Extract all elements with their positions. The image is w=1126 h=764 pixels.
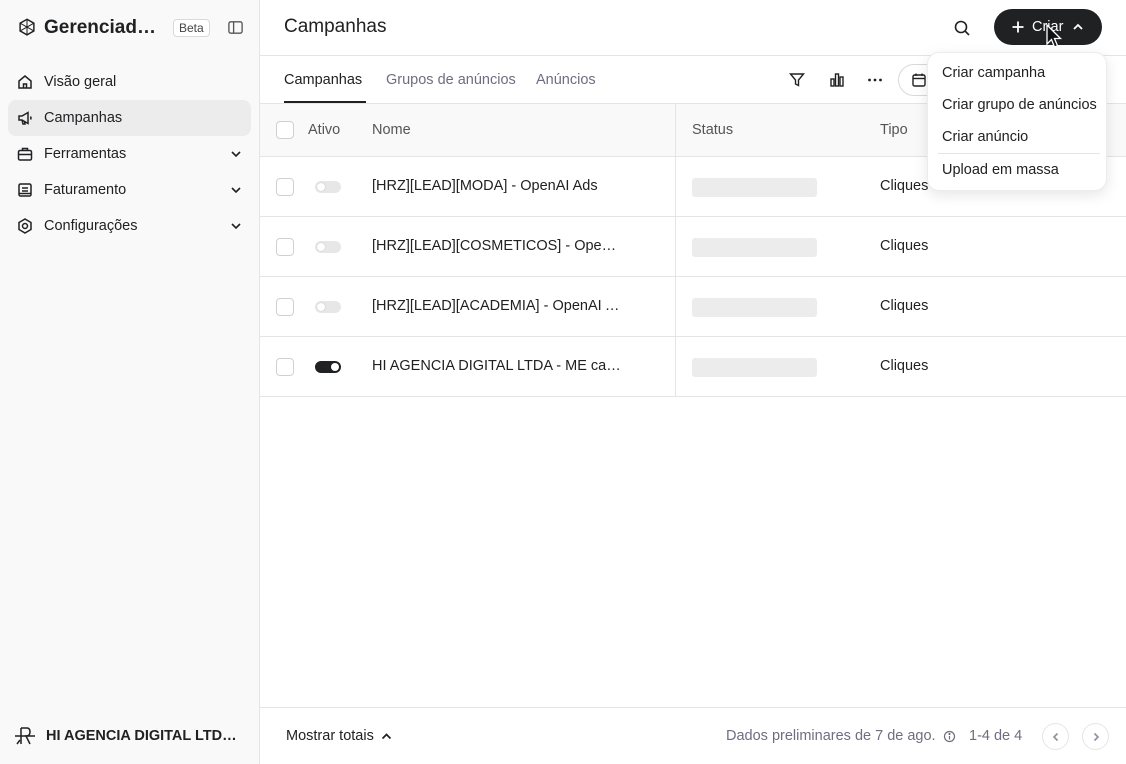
gear-icon xyxy=(18,218,32,234)
sidebar-item-campanhas[interactable]: Campanhas xyxy=(8,100,251,136)
table-row[interactable]: [HRZ][LEAD][COSMETICOS] - OpenA... Cliqu… xyxy=(260,217,1126,277)
row-checkbox[interactable] xyxy=(276,178,294,196)
sidebar-item-label: Visão geral xyxy=(44,74,117,90)
campaign-name[interactable]: [HRZ][LEAD][MODA] - OpenAI Ads xyxy=(372,178,598,194)
campaign-type: Cliques xyxy=(880,298,929,314)
column-header-status[interactable]: Status xyxy=(692,122,733,138)
sidebar-item-label: Campanhas xyxy=(44,110,123,126)
active-toggle[interactable] xyxy=(315,361,341,373)
chevron-up-icon xyxy=(1073,23,1084,30)
account-name: HI AGENCIA DIGITAL LTDA - ... xyxy=(46,728,244,744)
briefcase-icon xyxy=(17,147,33,161)
row-checkbox[interactable] xyxy=(276,238,294,256)
openai-logo-icon xyxy=(19,18,35,36)
sidebar-item-label: Faturamento xyxy=(44,182,127,198)
table-row[interactable]: HI AGENCIA DIGITAL LTDA - ME cam... Cliq… xyxy=(260,337,1126,397)
column-header-nome[interactable]: Nome xyxy=(372,122,411,138)
megaphone-icon xyxy=(18,111,32,125)
show-totals-button[interactable]: Mostrar totais xyxy=(286,728,393,744)
page-header: Campanhas Criar xyxy=(260,0,1126,56)
brand[interactable]: Gerenciador ... Beta xyxy=(16,14,210,42)
chevron-down-icon xyxy=(231,151,241,158)
create-menu: Criar campanha Criar grupo de anúncios C… xyxy=(927,52,1107,191)
account-switcher[interactable]: HI AGENCIA DIGITAL LTDA - ... xyxy=(12,722,252,750)
sidebar-item-ferramentas[interactable]: Ferramentas xyxy=(8,136,251,172)
bar-chart-icon[interactable] xyxy=(828,71,846,89)
status-loading-placeholder xyxy=(692,178,817,197)
chevron-left-icon xyxy=(1052,732,1058,741)
invoice-icon xyxy=(18,183,32,197)
menu-divider xyxy=(938,153,1100,154)
sidebar: Gerenciador ... Beta Visão geral Campanh… xyxy=(0,0,260,764)
info-icon[interactable] xyxy=(943,730,956,743)
tab-anuncios[interactable]: Anúncios xyxy=(536,72,596,88)
active-toggle[interactable] xyxy=(315,181,341,193)
table-row[interactable]: [HRZ][LEAD][ACADEMIA] - OpenAI Ads Cliqu… xyxy=(260,277,1126,337)
active-toggle[interactable] xyxy=(315,301,341,313)
filter-icon[interactable] xyxy=(788,71,806,89)
sidebar-item-faturamento[interactable]: Faturamento xyxy=(8,172,251,208)
chevron-up-icon xyxy=(381,732,391,739)
chevron-down-icon xyxy=(231,223,241,230)
row-checkbox[interactable] xyxy=(276,358,294,376)
column-header-tipo[interactable]: Tipo xyxy=(880,122,908,138)
menu-item-criar-grupo-de-anuncios[interactable]: Criar grupo de anúncios xyxy=(942,97,1097,113)
search-icon[interactable] xyxy=(952,18,972,38)
campaign-name[interactable]: [HRZ][LEAD][COSMETICOS] - OpenA... xyxy=(372,238,624,254)
campaign-type: Cliques xyxy=(880,358,929,374)
select-all-checkbox[interactable] xyxy=(276,121,294,139)
sidebar-item-label: Configurações xyxy=(44,218,138,234)
campaign-type: Cliques xyxy=(880,178,929,194)
chevron-down-icon xyxy=(231,187,241,194)
preliminary-data-text: Dados preliminares de 7 de ago. xyxy=(726,728,936,744)
campaign-name[interactable]: HI AGENCIA DIGITAL LTDA - ME cam... xyxy=(372,358,624,374)
plus-icon xyxy=(1012,21,1024,33)
tab-grupos-de-anuncios[interactable]: Grupos de anúncios xyxy=(386,72,516,88)
show-totals-label: Mostrar totais xyxy=(286,728,374,744)
sidebar-item-label: Ferramentas xyxy=(44,146,127,162)
menu-item-criar-anuncio[interactable]: Criar anúncio xyxy=(942,129,1028,145)
status-loading-placeholder xyxy=(692,238,817,257)
status-loading-placeholder xyxy=(692,298,817,317)
tab-campanhas[interactable]: Campanhas xyxy=(284,72,362,88)
active-tab-indicator xyxy=(284,101,366,103)
pagination-info: 1-4 de 4 xyxy=(969,728,1023,744)
home-icon xyxy=(18,75,32,89)
previous-page-button[interactable] xyxy=(1042,723,1069,750)
campaign-type: Cliques xyxy=(880,238,929,254)
status-loading-placeholder xyxy=(692,358,817,377)
mouse-cursor-icon xyxy=(1046,24,1063,48)
beta-badge: Beta xyxy=(173,19,210,37)
menu-item-upload-em-massa[interactable]: Upload em massa xyxy=(942,162,1059,178)
page-title: Campanhas xyxy=(284,16,387,37)
account-logo-icon xyxy=(15,727,35,745)
next-page-button[interactable] xyxy=(1082,723,1109,750)
calendar-icon xyxy=(912,73,926,87)
campaign-name[interactable]: [HRZ][LEAD][ACADEMIA] - OpenAI Ads xyxy=(372,298,624,314)
preliminary-data-notice: Dados preliminares de 7 de ago. xyxy=(726,728,956,744)
row-checkbox[interactable] xyxy=(276,298,294,316)
more-options-icon[interactable] xyxy=(866,71,884,89)
table-footer: Mostrar totais Dados preliminares de 7 d… xyxy=(260,707,1126,764)
sidebar-nav: Visão geral Campanhas Ferramentas Fatura… xyxy=(8,64,251,244)
sidebar-item-visao-geral[interactable]: Visão geral xyxy=(8,64,251,100)
menu-item-criar-campanha[interactable]: Criar campanha xyxy=(942,65,1045,81)
chevron-right-icon xyxy=(1093,732,1099,741)
column-header-ativo[interactable]: Ativo xyxy=(308,122,340,138)
column-divider[interactable] xyxy=(675,104,676,397)
sidebar-item-configuracoes[interactable]: Configurações xyxy=(8,208,251,244)
sidebar-toggle-icon[interactable] xyxy=(227,19,244,36)
app-name: Gerenciador ... xyxy=(44,17,166,38)
active-toggle[interactable] xyxy=(315,241,341,253)
